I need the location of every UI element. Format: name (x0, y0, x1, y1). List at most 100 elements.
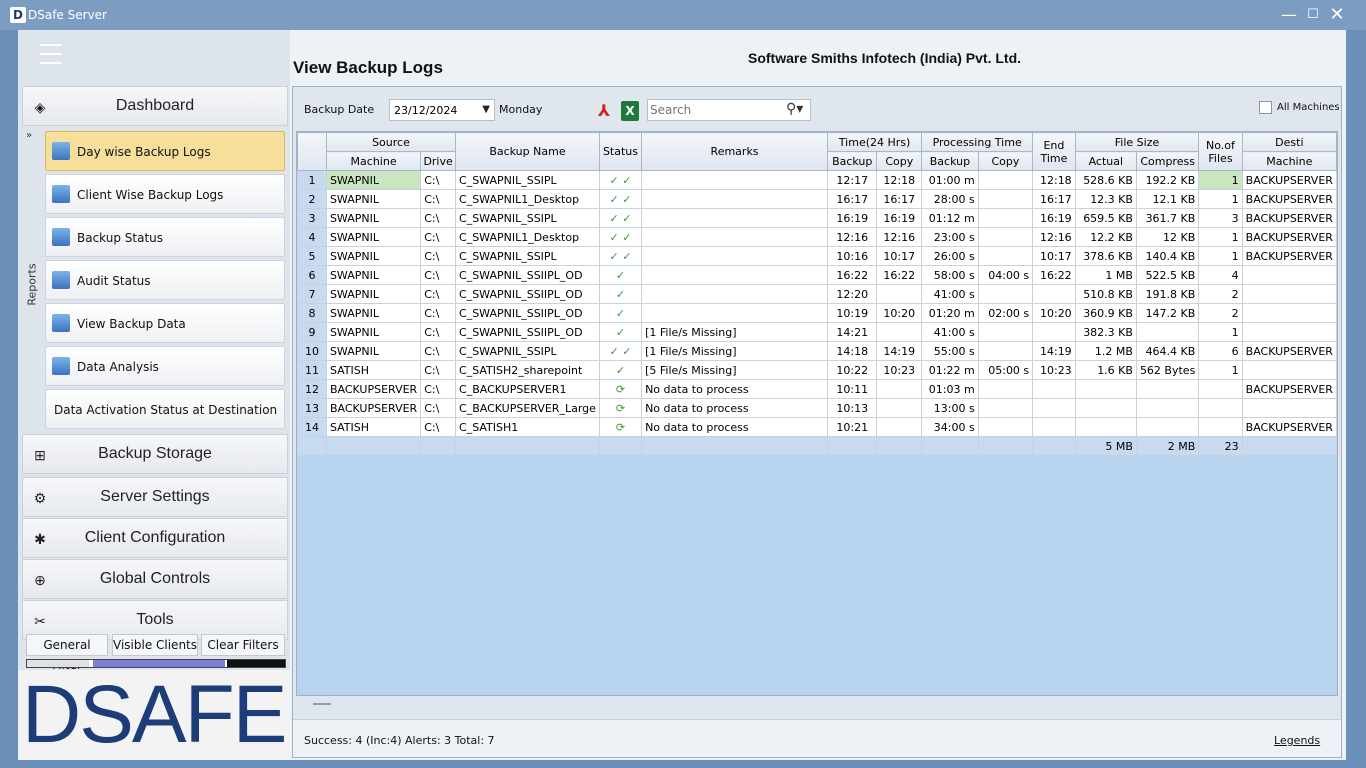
row-number[interactable]: 11 (297, 360, 327, 380)
report-audit-status[interactable]: Audit Status (45, 260, 285, 300)
report-data-analysis[interactable]: Data Analysis (45, 346, 285, 386)
drive-cell: C:\ (420, 360, 457, 380)
row-number[interactable]: 6 (297, 265, 327, 285)
splitter-handle[interactable] (313, 703, 331, 705)
report-view-backup-data[interactable]: View Backup Data (45, 303, 285, 343)
nav-dashboard[interactable]: ◈ Dashboard (22, 86, 288, 126)
main-content: View Backup Logs Software Smiths Infotec… (290, 30, 1346, 760)
processing-backup-cell: 13:00 s (921, 398, 979, 418)
time-copy-cell: 14:19 (876, 341, 923, 361)
backup-logs-grid: Source Backup Name Status Remarks Time(2… (296, 131, 1338, 696)
row-number[interactable]: 12 (297, 379, 327, 399)
table-row[interactable]: 8 SWAPNIL C:\ C_SWAPNIL_SSIIPL_OD ✓ 10:19 10:2… (297, 303, 1337, 323)
end-time-cell: 14:19 (1032, 341, 1076, 361)
table-row[interactable]: 11 SATISH C:\ C_SATISH2_sharepoint ✓ [5 File/… (297, 360, 1337, 380)
sidebar: ◈ Dashboard » Reports Day wise Backup Lo… (18, 30, 290, 760)
machine-header[interactable]: Machine (325, 151, 422, 171)
row-number[interactable]: 5 (297, 246, 327, 266)
compress-size-header[interactable]: Compress (1135, 151, 1200, 171)
destination-machine-header[interactable]: Machine (1241, 151, 1337, 171)
chevron-down-icon[interactable]: ▼ (482, 104, 490, 115)
close-button[interactable]: ✕ (1326, 4, 1348, 26)
table-row[interactable]: 2 SWAPNIL C:\ C_SWAPNIL1_Desktop ✓ ✓ 16:17 16:… (297, 189, 1337, 209)
actual-size-cell: 12.2 KB (1074, 227, 1137, 247)
backup-name-cell: C_SWAPNIL_SSIIPL_OD (455, 284, 600, 304)
table-row[interactable]: 1 SWAPNIL C:\ C_SWAPNIL_SSIPL ✓ ✓ 12:17 12:18 0… (297, 170, 1337, 190)
table-row[interactable]: 6 SWAPNIL C:\ C_SWAPNIL_SSIIPL_OD ✓ 16:22 16:2… (297, 265, 1337, 285)
file-count-cell: 2 (1198, 284, 1243, 304)
visible-clients-button[interactable]: Visible Clients (112, 634, 198, 656)
table-row[interactable]: 3 SWAPNIL C:\ C_SWAPNIL_SSIPL ✓ ✓ 16:19 16:19 0… (297, 208, 1337, 228)
row-number[interactable]: 3 (297, 208, 327, 228)
backup-date-label: Backup Date (304, 103, 375, 116)
row-number[interactable]: 2 (297, 189, 327, 209)
nav-client-configuration[interactable]: ✱ Client Configuration (22, 518, 288, 558)
processing-backup-header[interactable]: Backup (921, 151, 979, 171)
search-input[interactable] (650, 102, 780, 118)
row-number[interactable]: 7 (297, 284, 327, 304)
table-row[interactable]: 4 SWAPNIL C:\ C_SWAPNIL1_Desktop ✓ ✓ 12:16 12:… (297, 227, 1337, 247)
collapse-reports-icon[interactable]: » (26, 130, 32, 141)
time-backup-cell: 14:18 (827, 341, 878, 361)
table-row[interactable]: 12 BACKUPSERVER C:\ C_BACKUPSERVER1 ⟳ No data… (297, 379, 1337, 399)
report-backup-status[interactable]: Backup Status (45, 217, 285, 257)
backup-date-picker[interactable]: 23/12/2024 ▼ (389, 99, 495, 121)
report-data-activation-status[interactable]: Data Activation Status at Destination (45, 389, 285, 429)
row-number[interactable]: 14 (297, 417, 327, 437)
report-client-wise-backup-logs[interactable]: Client Wise Backup Logs (45, 174, 285, 214)
nav-server-settings[interactable]: ⚙ Server Settings (22, 477, 288, 517)
row-number[interactable]: 1 (297, 170, 327, 190)
search-field[interactable]: ⚲▾ (647, 99, 811, 121)
file-count-cell: 3 (1198, 208, 1243, 228)
row-number[interactable]: 13 (297, 398, 327, 418)
row-number[interactable]: 9 (297, 322, 327, 342)
all-machines-toggle[interactable]: All Machines (1259, 101, 1340, 117)
time-backup-header[interactable]: Backup (827, 151, 878, 171)
maximize-button[interactable]: ☐ (1302, 4, 1324, 26)
machine-cell: SATISH (325, 417, 422, 437)
table-row[interactable]: 5 SWAPNIL C:\ C_SWAPNIL_SSIPL ✓ ✓ 10:16 10:17 2… (297, 246, 1337, 266)
all-machines-checkbox[interactable] (1259, 101, 1272, 114)
search-icon[interactable]: ⚲▾ (786, 101, 803, 117)
client-wise-logs-icon (52, 185, 70, 203)
logo-text: DSAFE (22, 669, 287, 760)
nav-global-controls[interactable]: ⊕ Global Controls (22, 559, 288, 599)
status-header[interactable]: Status (598, 132, 643, 171)
no-of-files-header[interactable]: No.of Files (1198, 132, 1243, 171)
sidebar-scrollbar[interactable] (26, 659, 286, 668)
table-row[interactable]: 10 SWAPNIL C:\ C_SWAPNIL_SSIPL ✓ ✓ [1 File/s … (297, 341, 1337, 361)
export-pdf-icon[interactable]: ⅄ (595, 101, 613, 121)
legends-link[interactable]: Legends (1274, 734, 1320, 747)
nav-backup-storage[interactable]: ⊞ Backup Storage (22, 434, 288, 474)
processing-copy-header[interactable]: Copy (977, 151, 1034, 171)
nav-label: Client Configuration (84, 529, 226, 546)
backup-name-header[interactable]: Backup Name (455, 132, 600, 171)
company-name: Software Smiths Infotech (India) Pvt. Lt… (748, 50, 1022, 66)
table-row[interactable]: 7 SWAPNIL C:\ C_SWAPNIL_SSIIPL_OD ✓ 12:20 41:0… (297, 284, 1337, 304)
drive-header[interactable]: Drive (420, 151, 457, 171)
minimize-button[interactable]: — (1278, 4, 1300, 26)
compress-size-cell (1135, 398, 1200, 418)
time-copy-header[interactable]: Copy (876, 151, 923, 171)
remarks-header[interactable]: Remarks (641, 132, 829, 171)
general-filter-button[interactable]: General Filter (26, 634, 108, 672)
file-count-cell (1198, 379, 1243, 399)
table-row[interactable]: 14 SATISH C:\ C_SATISH1 ⟳ No data to process 1… (297, 417, 1337, 437)
clear-filters-button[interactable]: Clear Filters (201, 634, 285, 656)
destination-machine-cell (1241, 284, 1337, 304)
table-row[interactable]: 13 BACKUPSERVER C:\ C_BACKUPSERVER_Large ⟳ No… (297, 398, 1337, 418)
all-machines-label: All Machines (1277, 102, 1340, 113)
actual-size-header[interactable]: Actual (1074, 151, 1137, 171)
hamburger-menu-icon[interactable] (40, 44, 62, 64)
time-group-header: Time(24 Hrs) (827, 132, 923, 152)
tools-icon: ✂ (34, 613, 46, 629)
remarks-cell: No data to process (641, 398, 829, 418)
row-number[interactable]: 8 (297, 303, 327, 323)
end-time-header[interactable]: End Time (1032, 132, 1076, 171)
table-row[interactable]: 9 SWAPNIL C:\ C_SWAPNIL_SSIIPL_OD ✓ [1 File/s… (297, 322, 1337, 342)
total-empty-cell (455, 436, 600, 456)
row-number[interactable]: 4 (297, 227, 327, 247)
row-number[interactable]: 10 (297, 341, 327, 361)
export-excel-icon[interactable]: X (621, 101, 639, 121)
report-day-wise-backup-logs[interactable]: Day wise Backup Logs (45, 131, 285, 171)
